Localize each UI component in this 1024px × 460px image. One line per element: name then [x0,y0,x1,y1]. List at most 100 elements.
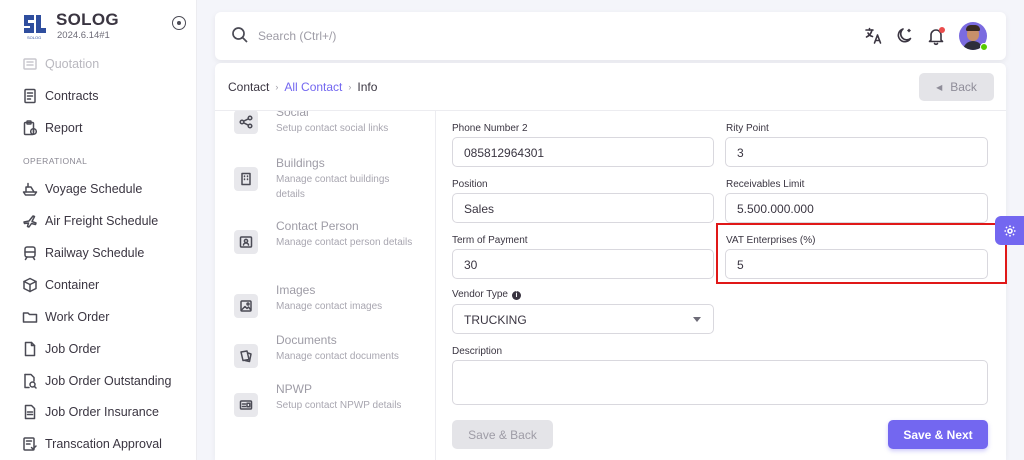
subnav-item-social[interactable]: Social Setup contact social links [234,111,434,161]
sidebar-item-label: Report [45,121,83,135]
save-and-next-button[interactable]: Save & Next [888,420,988,449]
customizer-toggle[interactable] [995,216,1024,245]
subnav-title: NPWP [276,382,312,396]
rity-point-field[interactable]: 3 [725,137,988,167]
subnav-desc: Manage contact buildings details [276,174,390,200]
report-icon [21,120,38,137]
vendor-type-label-text: Vendor Type [452,289,508,300]
file-text-icon [21,404,38,421]
back-button-label: Back [950,80,977,94]
info-icon: i [511,291,521,300]
sidebar-item-work-order[interactable]: Work Order [21,306,191,328]
brand-version: 2024.6.14#1 [57,30,110,41]
sidebar-item-label: Job Order Outstanding [45,374,172,388]
phone-number-2-field[interactable]: 085812964301 [452,137,714,167]
sidebar-item-quotation[interactable]: Quotation [21,53,191,75]
vendor-type-label: Vendor Type i [452,289,521,300]
breadcrumb-current: Info [357,80,378,94]
svg-text:SOLOG: SOLOG [27,35,41,40]
sidebar-item-label: Job Order [45,342,101,356]
subnav-desc: Manage contact images [276,301,383,312]
receivables-limit-label: Receivables Limit [726,179,805,190]
description-label: Description [452,346,503,357]
contact-card-icon [234,230,258,254]
subnav-item-npwp[interactable]: NPWP Setup contact NPWP details [234,382,434,437]
notification-badge [939,27,945,33]
sidebar-item-job-order-insurance[interactable]: Job Order Insurance [21,401,191,423]
search-input[interactable]: Search (Ctrl+/) [258,29,336,43]
subnav-item-buildings[interactable]: Buildings Manage contact buildings detai… [234,156,434,211]
sidebar-item-railway-schedule[interactable]: Railway Schedule [21,242,191,264]
notification-bell-icon[interactable] [926,26,946,46]
sidebar-item-voyage-schedule[interactable]: Voyage Schedule [21,178,191,200]
sidebar-item-transcation-approval[interactable]: Transcation Approval [21,433,191,455]
subnav-title: Images [276,283,316,297]
sidebar-item-report[interactable]: Report [21,117,191,139]
back-button[interactable]: ◀ Back [919,73,994,101]
term-of-payment-field[interactable]: 30 [452,249,714,279]
top-navbar: Search (Ctrl+/) [215,12,1006,60]
gear-icon [1004,225,1015,236]
save-and-back-button[interactable]: Save & Back [452,420,553,449]
sidebar-item-container[interactable]: Container [21,274,191,296]
subnav-item-images[interactable]: Images Manage contact images [234,283,434,338]
brand-logo-icon: SOLOG [24,15,46,40]
sidebar-item-job-order[interactable]: Job Order [21,338,191,360]
sidebar-section-operational: OPERATIONAL [23,156,88,166]
share-icon [234,111,258,134]
caret-down-icon [693,317,701,322]
contract-icon [21,88,38,105]
position-field[interactable]: Sales [452,193,714,223]
building-icon [234,167,258,191]
subnav-title: Buildings [276,156,325,170]
brand-name: SOLOG [56,10,119,29]
chevron-right-icon: › [348,82,352,92]
folder-icon [21,309,38,326]
sidebar-item-label: Container [45,278,100,292]
vendor-type-value: TRUCKING [464,313,527,327]
online-status-dot [980,43,988,51]
sidebar-item-label: Transcation Approval [45,437,162,451]
train-icon [21,245,38,262]
sidebar-item-label: Job Order Insurance [45,405,159,419]
subnav-item-documents[interactable]: Documents Manage contact documents [234,333,434,388]
sidebar-item-label: Air Freight Schedule [45,214,159,228]
search-icon[interactable] [231,26,249,44]
sidebar-item-contracts[interactable]: Contracts [21,85,191,107]
subnav-title: Social [276,111,309,119]
subnav-title: Documents [276,333,337,347]
theme-moon-icon[interactable] [895,26,915,46]
sidebar-item-air-freight-schedule[interactable]: Air Freight Schedule [21,210,191,232]
sidebar-item-label: Contracts [45,89,99,103]
breadcrumb-link[interactable]: All Contact [284,80,342,94]
breadcrumb-root[interactable]: Contact [228,80,269,94]
ship-icon [21,181,38,198]
receivables-limit-field[interactable]: 5.500.000.000 [725,193,988,223]
highlight-box [716,223,1007,284]
file-search-icon [21,373,38,390]
translate-icon[interactable] [864,26,884,46]
phone-number-2-label: Phone Number 2 [452,123,528,134]
sidebar-item-label: Railway Schedule [45,246,145,260]
chevron-left-icon: ◀ [936,82,943,92]
file-icon [21,341,38,358]
contact-subnav: Social Setup contact social links Buildi… [215,111,435,460]
description-textarea[interactable] [452,360,988,405]
position-label: Position [452,179,488,190]
chevron-right-icon: › [275,82,279,92]
box-icon [21,277,38,294]
subnav-title: Contact Person [276,219,359,233]
image-icon [234,294,258,318]
term-of-payment-label: Term of Payment [452,235,528,246]
sidebar-item-label: Voyage Schedule [45,182,143,196]
sidebar-toggle-icon[interactable] [172,16,186,30]
subnav-item-contact-person[interactable]: Contact Person Manage contact person det… [234,219,434,274]
sidebar-item-label: Quotation [45,57,100,71]
subnav-desc: Setup contact NPWP details [276,400,402,411]
id-card-icon [234,393,258,417]
vendor-type-select[interactable]: TRUCKING [452,304,714,334]
divider [435,111,436,460]
sidebar-item-job-order-outstanding[interactable]: Job Order Outstanding [21,370,191,392]
subnav-desc: Setup contact social links [276,123,389,134]
plane-icon [21,213,38,230]
